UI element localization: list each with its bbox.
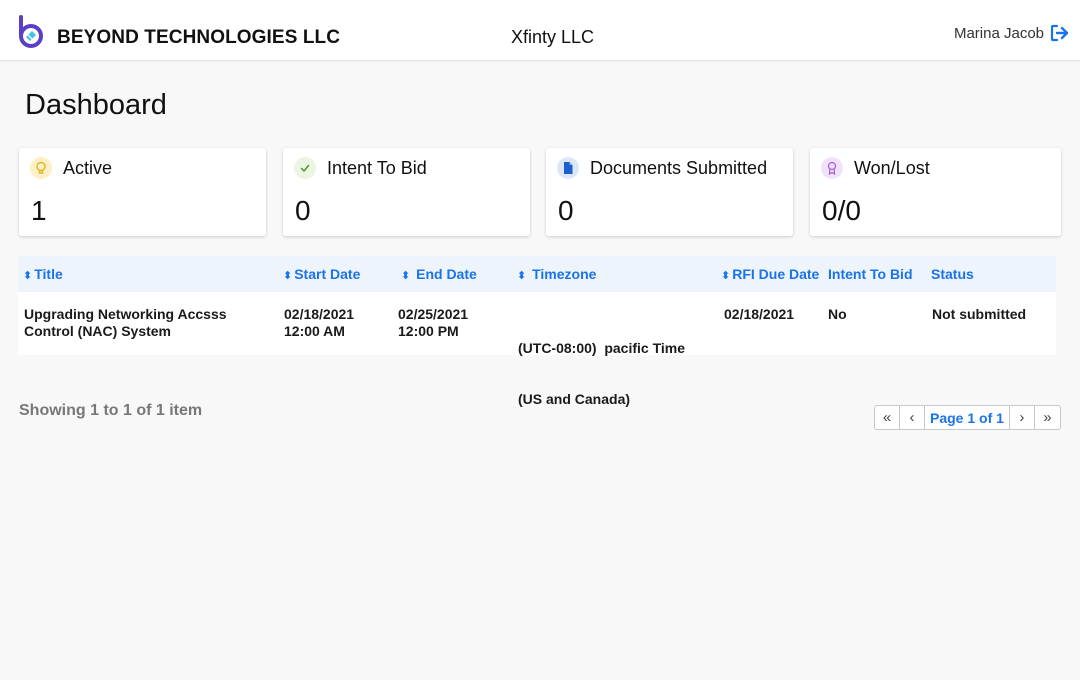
- next-page-button[interactable]: ›: [1010, 406, 1035, 429]
- award-icon: [821, 157, 843, 179]
- top-navbar: BEYOND TECHNOLOGIES LLC Xfinty LLC Marin…: [0, 0, 1080, 61]
- check-icon: [294, 157, 316, 179]
- column-header-title[interactable]: ⬍ Title: [23, 266, 63, 282]
- stat-value: 0: [295, 195, 311, 226]
- stat-card-won-lost[interactable]: Won/Lost 0/0: [810, 148, 1061, 236]
- stat-card-documents-submitted[interactable]: Documents Submitted 0: [546, 148, 793, 236]
- lightbulb-icon: [30, 157, 52, 179]
- page-title: Dashboard: [25, 89, 167, 121]
- last-page-button[interactable]: »: [1035, 406, 1060, 429]
- column-header-end-date[interactable]: ⬍ End Date: [401, 266, 477, 282]
- stat-label: Documents Submitted: [590, 158, 768, 178]
- previous-page-button[interactable]: ‹: [900, 406, 925, 429]
- table-row[interactable]: Upgrading Networking Accsss Control (NAC…: [18, 292, 1056, 407]
- cell-timezone: (UTC-08:00) pacific Time (US and Canada): [518, 340, 686, 407]
- column-header-rfi-due-date[interactable]: ⬍ RFI Due Date: [721, 266, 819, 282]
- table-header: ⬍ Title ⬍ Start Date ⬍ End Date ⬍ Timezone…: [18, 256, 1056, 292]
- column-header-start-date[interactable]: ⬍ Start Date: [283, 266, 360, 282]
- brand-logo-icon: [19, 15, 43, 48]
- document-icon: [557, 157, 579, 179]
- sort-icon: ⬍: [517, 270, 527, 282]
- pagination-summary: Showing 1 to 1 of 1 item: [19, 402, 203, 419]
- client-name: Xfinty LLC: [511, 27, 595, 47]
- sort-icon: ⬍: [283, 270, 293, 282]
- cell-start-date: 02/18/2021 12:00 AM: [284, 306, 355, 339]
- stat-value: 0: [558, 195, 574, 226]
- sign-out-icon[interactable]: [1050, 24, 1070, 42]
- sort-icon: ⬍: [401, 270, 411, 282]
- cell-end-date: 02/25/2021 12:00 PM: [398, 306, 469, 339]
- brand-name: BEYOND TECHNOLOGIES LLC: [57, 27, 341, 48]
- pagination: « ‹ Page 1 of 1 › »: [874, 405, 1061, 430]
- stat-label: Active: [63, 158, 113, 178]
- cell-rfi-due-date: 02/18/2021: [724, 306, 795, 322]
- stat-value: 1: [31, 195, 47, 226]
- column-header-intent-to-bid[interactable]: Intent To Bid: [828, 266, 913, 282]
- column-header-timezone[interactable]: ⬍ Timezone: [517, 266, 596, 282]
- cell-title[interactable]: Upgrading Networking Accsss Control (NAC…: [24, 306, 227, 340]
- stat-label: Intent To Bid: [327, 158, 427, 178]
- cell-intent-to-bid: No: [828, 306, 847, 322]
- cell-status: Not submitted: [932, 306, 1027, 322]
- stat-value: 0/0: [822, 195, 861, 226]
- stat-card-intent-to-bid[interactable]: Intent To Bid 0: [283, 148, 530, 236]
- stat-label: Won/Lost: [854, 158, 930, 178]
- user-name[interactable]: Marina Jacob: [954, 25, 1044, 42]
- column-header-status[interactable]: Status: [931, 266, 974, 282]
- sort-icon: ⬍: [23, 270, 33, 282]
- stat-card-active[interactable]: Active 1: [19, 148, 266, 236]
- first-page-button[interactable]: «: [875, 406, 900, 429]
- page-indicator: Page 1 of 1: [925, 406, 1010, 429]
- sort-icon: ⬍: [721, 270, 731, 282]
